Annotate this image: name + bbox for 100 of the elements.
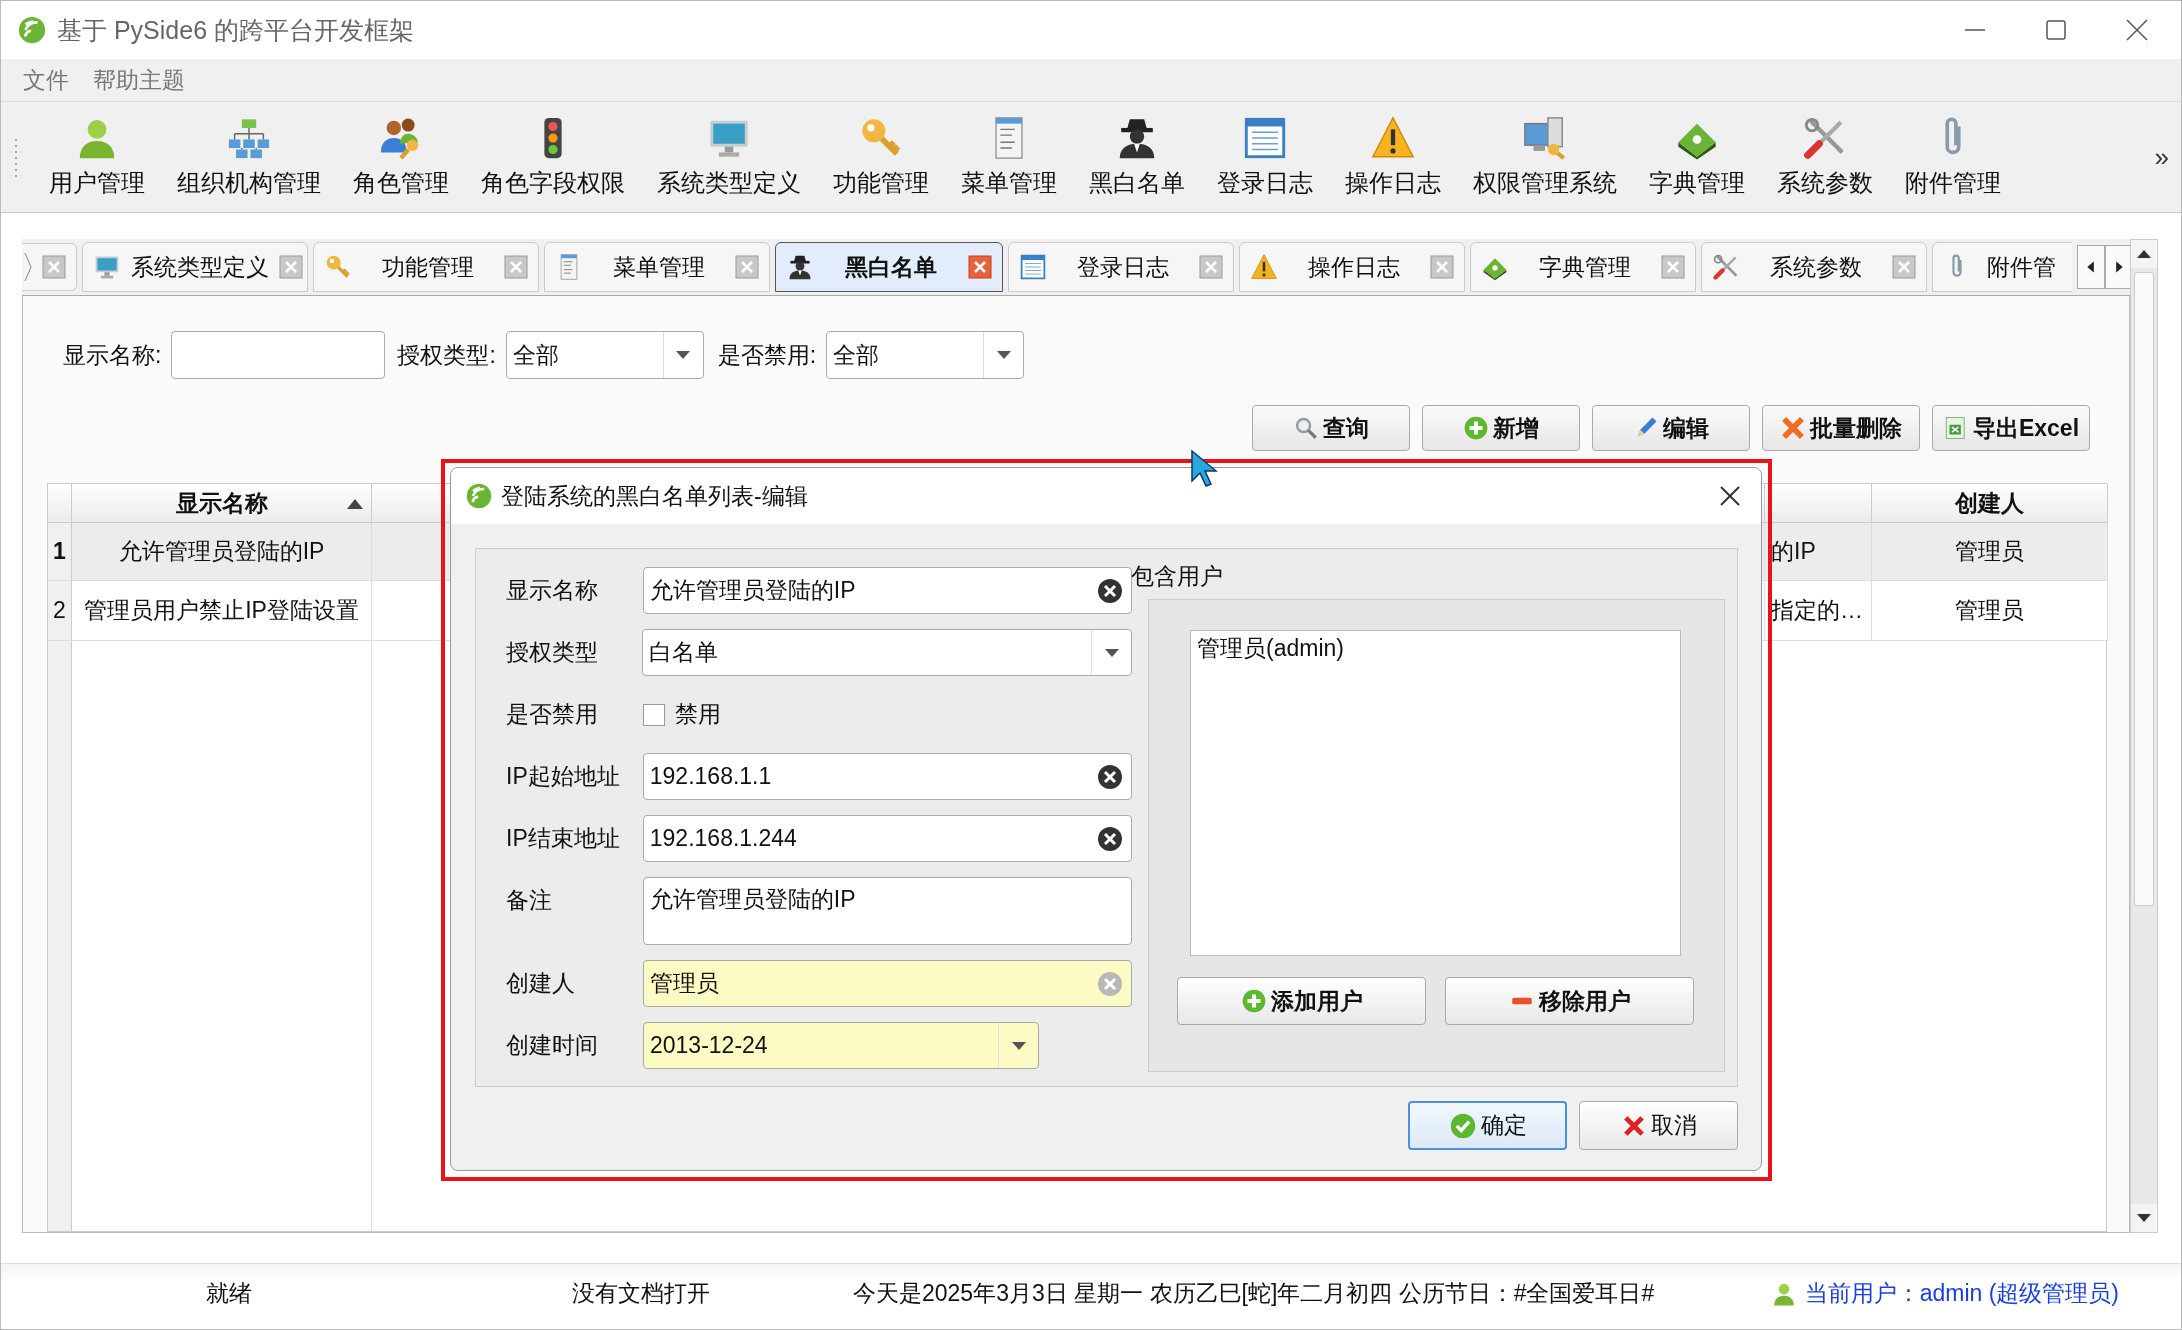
toolbar-button[interactable]: 组织机构管理 xyxy=(161,111,337,203)
caret-icon xyxy=(1104,648,1119,657)
clear-icon[interactable] xyxy=(1097,577,1123,604)
clear-icon[interactable] xyxy=(1097,763,1123,790)
field-label: 创建人 xyxy=(506,969,576,998)
text-field[interactable]: 192.168.1.244 xyxy=(642,815,1132,862)
menu-item[interactable]: 文件 xyxy=(13,62,79,98)
tab[interactable]: 菜单管理 xyxy=(544,242,770,292)
tab[interactable]: 字典管理 xyxy=(1470,242,1696,292)
checkbox-label[interactable]: 禁用 xyxy=(675,699,721,730)
table-cell: 的IP xyxy=(1765,523,1872,581)
tab[interactable]: 附件管 xyxy=(1932,242,2072,292)
toolbar-button[interactable]: 权限管理系统 xyxy=(1457,111,1633,203)
field-label: 创建时间 xyxy=(506,1031,599,1060)
tab[interactable]: 操作日志 xyxy=(1239,242,1465,292)
scroll-right-icon[interactable] xyxy=(2105,245,2130,289)
date-picker[interactable]: 2013-12-24 xyxy=(643,1022,1039,1069)
key-icon xyxy=(324,253,352,281)
table-cell: 管理员 xyxy=(1872,581,2108,641)
tools-icon xyxy=(1712,253,1740,281)
app-logo-icon xyxy=(17,15,47,45)
current-user-text: 当前用户：admin (超级管理员) xyxy=(1804,1279,2119,1308)
dropdown[interactable]: 全部 xyxy=(505,331,704,379)
scroll-left-icon[interactable] xyxy=(2077,245,2105,289)
field-label: 授权类型 xyxy=(506,638,599,667)
caret-icon xyxy=(1011,1041,1026,1050)
menu-item[interactable]: 帮助主题 xyxy=(83,62,195,98)
field-label: 备注 xyxy=(506,886,553,915)
text-field[interactable] xyxy=(171,331,386,379)
column-header[interactable] xyxy=(1765,484,1872,523)
table-cell: 指定的… xyxy=(1765,581,1872,641)
tab-stub[interactable] xyxy=(22,243,77,291)
field-label: 显示名称 xyxy=(506,576,599,605)
cursor-icon xyxy=(1190,449,1218,489)
field-label: 是否禁用: xyxy=(717,340,817,370)
toolbar-button[interactable]: 角色管理 xyxy=(337,111,465,203)
list-icon xyxy=(1019,253,1047,281)
cross-icon xyxy=(1780,415,1806,441)
overflow-button[interactable]: » xyxy=(2154,141,2169,173)
toolbar-button[interactable]: 附件管理 xyxy=(1889,111,2017,203)
toolbar-button[interactable]: 导出Excel xyxy=(1932,405,2090,451)
toolbar-button[interactable]: 编辑 xyxy=(1592,405,1750,451)
text-field[interactable]: 允许管理员登陆的IP xyxy=(642,567,1132,614)
toolbar-button[interactable]: 黑白名单 xyxy=(1073,111,1201,203)
maximize-icon[interactable] xyxy=(2045,19,2067,41)
close-icon[interactable] xyxy=(1719,485,1741,507)
tab[interactable]: 系统参数 xyxy=(1701,242,1927,292)
caret-icon xyxy=(676,351,691,359)
toolbar-button[interactable]: 系统参数 xyxy=(1761,111,1889,203)
search-icon xyxy=(1293,415,1319,441)
scroll-down-icon[interactable] xyxy=(2137,1214,2151,1222)
dropdown[interactable]: 全部 xyxy=(826,331,1025,379)
clear-icon[interactable] xyxy=(1097,825,1123,852)
column-header[interactable]: 创建人 xyxy=(1872,484,2108,523)
toolbar-button[interactable]: 查询 xyxy=(1252,405,1410,451)
toolbar-button[interactable]: 系统类型定义 xyxy=(641,111,817,203)
close-icon[interactable] xyxy=(2125,18,2149,42)
column-header[interactable]: 显示名称 xyxy=(72,484,372,523)
dropdown[interactable]: 白名单 xyxy=(642,629,1132,676)
table-cell: 管理员用户禁止IP登陆设置 xyxy=(72,581,372,641)
toolbar-button[interactable]: 新增 xyxy=(1422,405,1580,451)
dialog-button[interactable]: 确定 xyxy=(1408,1101,1567,1150)
toolbar-button[interactable]: 登录日志 xyxy=(1201,111,1329,203)
dialog-button[interactable]: 添加用户 xyxy=(1177,977,1426,1025)
scrollbar-thumb[interactable] xyxy=(2134,272,2154,906)
toolbar-button[interactable]: 角色字段权限 xyxy=(465,111,641,203)
tab[interactable]: 登录日志 xyxy=(1008,242,1234,292)
tab[interactable]: 黑白名单 xyxy=(775,242,1003,292)
toolbar-button[interactable]: 功能管理 xyxy=(817,111,945,203)
scroll-up-icon[interactable] xyxy=(2137,250,2151,258)
status-text: 就绪 xyxy=(205,1279,253,1308)
text-field[interactable]: 管理员 xyxy=(642,960,1132,1007)
dialog-button[interactable]: 取消 xyxy=(1579,1101,1738,1150)
group-title: 包含用户 xyxy=(1131,562,1224,587)
toolbar-button[interactable]: 菜单管理 xyxy=(945,111,1073,203)
toolbar-button[interactable]: 批量删除 xyxy=(1762,405,1920,451)
toolbar-button[interactable]: 字典管理 xyxy=(1633,111,1761,203)
warning-icon xyxy=(1250,253,1278,281)
tab[interactable]: 功能管理 xyxy=(313,242,539,292)
table-cell: 允许管理员登陆的IP xyxy=(72,523,372,581)
caret-icon xyxy=(996,351,1011,359)
list-icon xyxy=(1242,115,1288,161)
table-cell: 管理员 xyxy=(1872,523,2108,581)
text-field[interactable]: 192.168.1.1 xyxy=(642,753,1132,800)
list-item[interactable]: 管理员(admin) xyxy=(1195,633,1676,664)
dialog-title: 登陆系统的黑白名单列表-编辑 xyxy=(501,481,808,511)
tab[interactable]: 系统类型定义 xyxy=(82,242,308,292)
toolbar-button[interactable]: 操作日志 xyxy=(1329,111,1457,203)
dialog-button[interactable]: 移除用户 xyxy=(1445,977,1694,1025)
plus-icon xyxy=(1463,415,1489,441)
checkbox[interactable] xyxy=(643,703,665,726)
row-number-cell: 2 xyxy=(48,581,72,641)
field-label: 显示名称: xyxy=(63,340,162,370)
chevron-icon xyxy=(24,252,32,282)
field-label: IP起始地址 xyxy=(506,762,621,791)
field-label: 授权类型: xyxy=(397,340,496,370)
status-text: 没有文档打开 xyxy=(571,1279,711,1308)
text-area[interactable]: 允许管理员登陆的IP xyxy=(642,877,1132,945)
toolbar-button[interactable]: 用户管理 xyxy=(33,111,161,203)
app-logo-icon xyxy=(465,482,493,510)
